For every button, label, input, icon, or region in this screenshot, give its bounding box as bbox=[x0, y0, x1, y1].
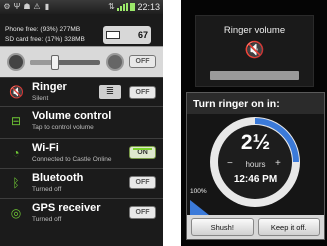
duration-display: 2½ bbox=[187, 131, 324, 155]
bluetooth-title: Bluetooth bbox=[32, 172, 84, 184]
dialog-body: 2½ − hours + 12:46 PM 100% bbox=[187, 114, 324, 215]
speaker-muted-icon: 🔇 bbox=[244, 42, 265, 59]
shush-button[interactable]: Shush! bbox=[191, 218, 254, 236]
status-time: 22:13 bbox=[137, 2, 160, 12]
settings-screen: ⚙ Ψ ☗ ⚠ ▮ ⇅ 22:13 Phone free: (93%) 277M… bbox=[0, 0, 163, 246]
wifi-title: Wi-Fi bbox=[32, 142, 59, 154]
ringer-toggle[interactable]: OFF bbox=[129, 86, 156, 99]
gps-subtitle: Turned off bbox=[32, 216, 62, 223]
brightness-high-icon bbox=[108, 55, 122, 69]
battery-widget: 67 bbox=[103, 26, 151, 44]
dialog-header: Turn ringer on in: bbox=[187, 93, 324, 114]
ringer-item[interactable]: 🔇 Ringer Silent ≣ OFF bbox=[0, 77, 163, 106]
volume-control-subtitle: Tap to control volume bbox=[32, 124, 94, 131]
gps-toggle[interactable]: OFF bbox=[129, 206, 156, 219]
bluetooth-icon: ᛒ bbox=[12, 176, 20, 190]
status-bar: ⚙ Ψ ☗ ⚠ ▮ ⇅ 22:13 bbox=[0, 0, 163, 14]
progress-wedge bbox=[190, 200, 209, 215]
turn-ringer-on-dialog: Turn ringer on in: 2½ − hours + 12:46 PM… bbox=[186, 92, 325, 240]
brightness-slider[interactable] bbox=[30, 55, 100, 70]
end-time: 12:46 PM bbox=[233, 174, 278, 185]
percent-label: 100% bbox=[190, 188, 207, 195]
settings-gear-icon: ⚙ bbox=[3, 2, 11, 11]
battery-icon bbox=[106, 31, 120, 39]
brightness-slider-handle[interactable] bbox=[50, 55, 59, 70]
bluetooth-item[interactable]: ᛒ Bluetooth Turned off OFF bbox=[0, 168, 163, 197]
wifi-subtitle: Connected to Castle Online bbox=[32, 156, 112, 163]
wifi-item[interactable]: ◔ Wi-Fi Connected to Castle Online ON bbox=[0, 138, 163, 167]
duration-unit: hours bbox=[245, 160, 266, 169]
volume-control-title: Volume control bbox=[32, 110, 112, 122]
android-icon: ☗ bbox=[23, 2, 31, 11]
vibrate-list-icon[interactable]: ≣ bbox=[99, 85, 121, 99]
transfer-icon: ⇅ bbox=[108, 2, 115, 11]
duration-unit-row: − hours + bbox=[187, 158, 324, 169]
sdcard-storage-text: SD card free: (17%) 328MB bbox=[5, 36, 85, 43]
battery-status-icon bbox=[130, 3, 136, 11]
status-right: ⇅ 22:13 bbox=[107, 2, 160, 12]
notification-icons: ⚙ Ψ ☗ ⚠ ▮ bbox=[3, 3, 51, 11]
phone-storage-text: Phone free: (93%) 277MB bbox=[5, 26, 81, 33]
ringer-volume-dialog: Ringer volume 🔇 bbox=[195, 15, 314, 87]
gps-icon: ◎ bbox=[10, 206, 22, 220]
ringer-volume-title: Ringer volume bbox=[223, 25, 286, 36]
dialog-buttons: Shush! Keep it off. bbox=[187, 215, 324, 239]
increase-button[interactable]: + bbox=[275, 158, 281, 169]
dialog-title: Turn ringer on in: bbox=[193, 98, 280, 110]
decrease-button[interactable]: − bbox=[227, 158, 233, 169]
ringer-title: Ringer bbox=[32, 81, 67, 93]
bluetooth-subtitle: Turned off bbox=[32, 186, 62, 193]
gps-title: GPS receiver bbox=[32, 202, 101, 214]
ringer-volume-bar[interactable] bbox=[210, 71, 299, 80]
speaker-muted-icon: 🔇 bbox=[9, 85, 24, 99]
duration-fraction: ½ bbox=[252, 131, 271, 154]
battery-level: 67 bbox=[137, 30, 148, 40]
brightness-auto-toggle[interactable]: OFF bbox=[129, 55, 156, 68]
usb-icon: Ψ bbox=[13, 2, 21, 11]
gps-item[interactable]: ◎ GPS receiver Turned off OFF bbox=[0, 198, 163, 227]
sdcard-icon: ▮ bbox=[44, 2, 50, 11]
warning-icon: ⚠ bbox=[33, 2, 41, 11]
wifi-icon: ◔ bbox=[12, 146, 20, 160]
brightness-low-icon bbox=[9, 55, 23, 69]
brightness-row: OFF bbox=[0, 46, 163, 78]
keep-it-off-button[interactable]: Keep it off. bbox=[257, 218, 320, 236]
duration-whole: 2 bbox=[240, 131, 253, 154]
signal-icon bbox=[117, 3, 129, 11]
ringer-subtitle: Silent bbox=[32, 95, 49, 102]
bluetooth-toggle[interactable]: OFF bbox=[129, 176, 156, 189]
sliders-icon: ⊟ bbox=[10, 114, 22, 128]
storage-info: Phone free: (93%) 277MB SD card free: (1… bbox=[5, 25, 85, 45]
wifi-toggle[interactable]: ON bbox=[129, 146, 156, 159]
ringer-timer-screen: Ringer volume 🔇 Turn ringer on in: 2½ − … bbox=[181, 0, 327, 246]
volume-control-item[interactable]: ⊟ Volume control Tap to control volume bbox=[0, 106, 163, 135]
